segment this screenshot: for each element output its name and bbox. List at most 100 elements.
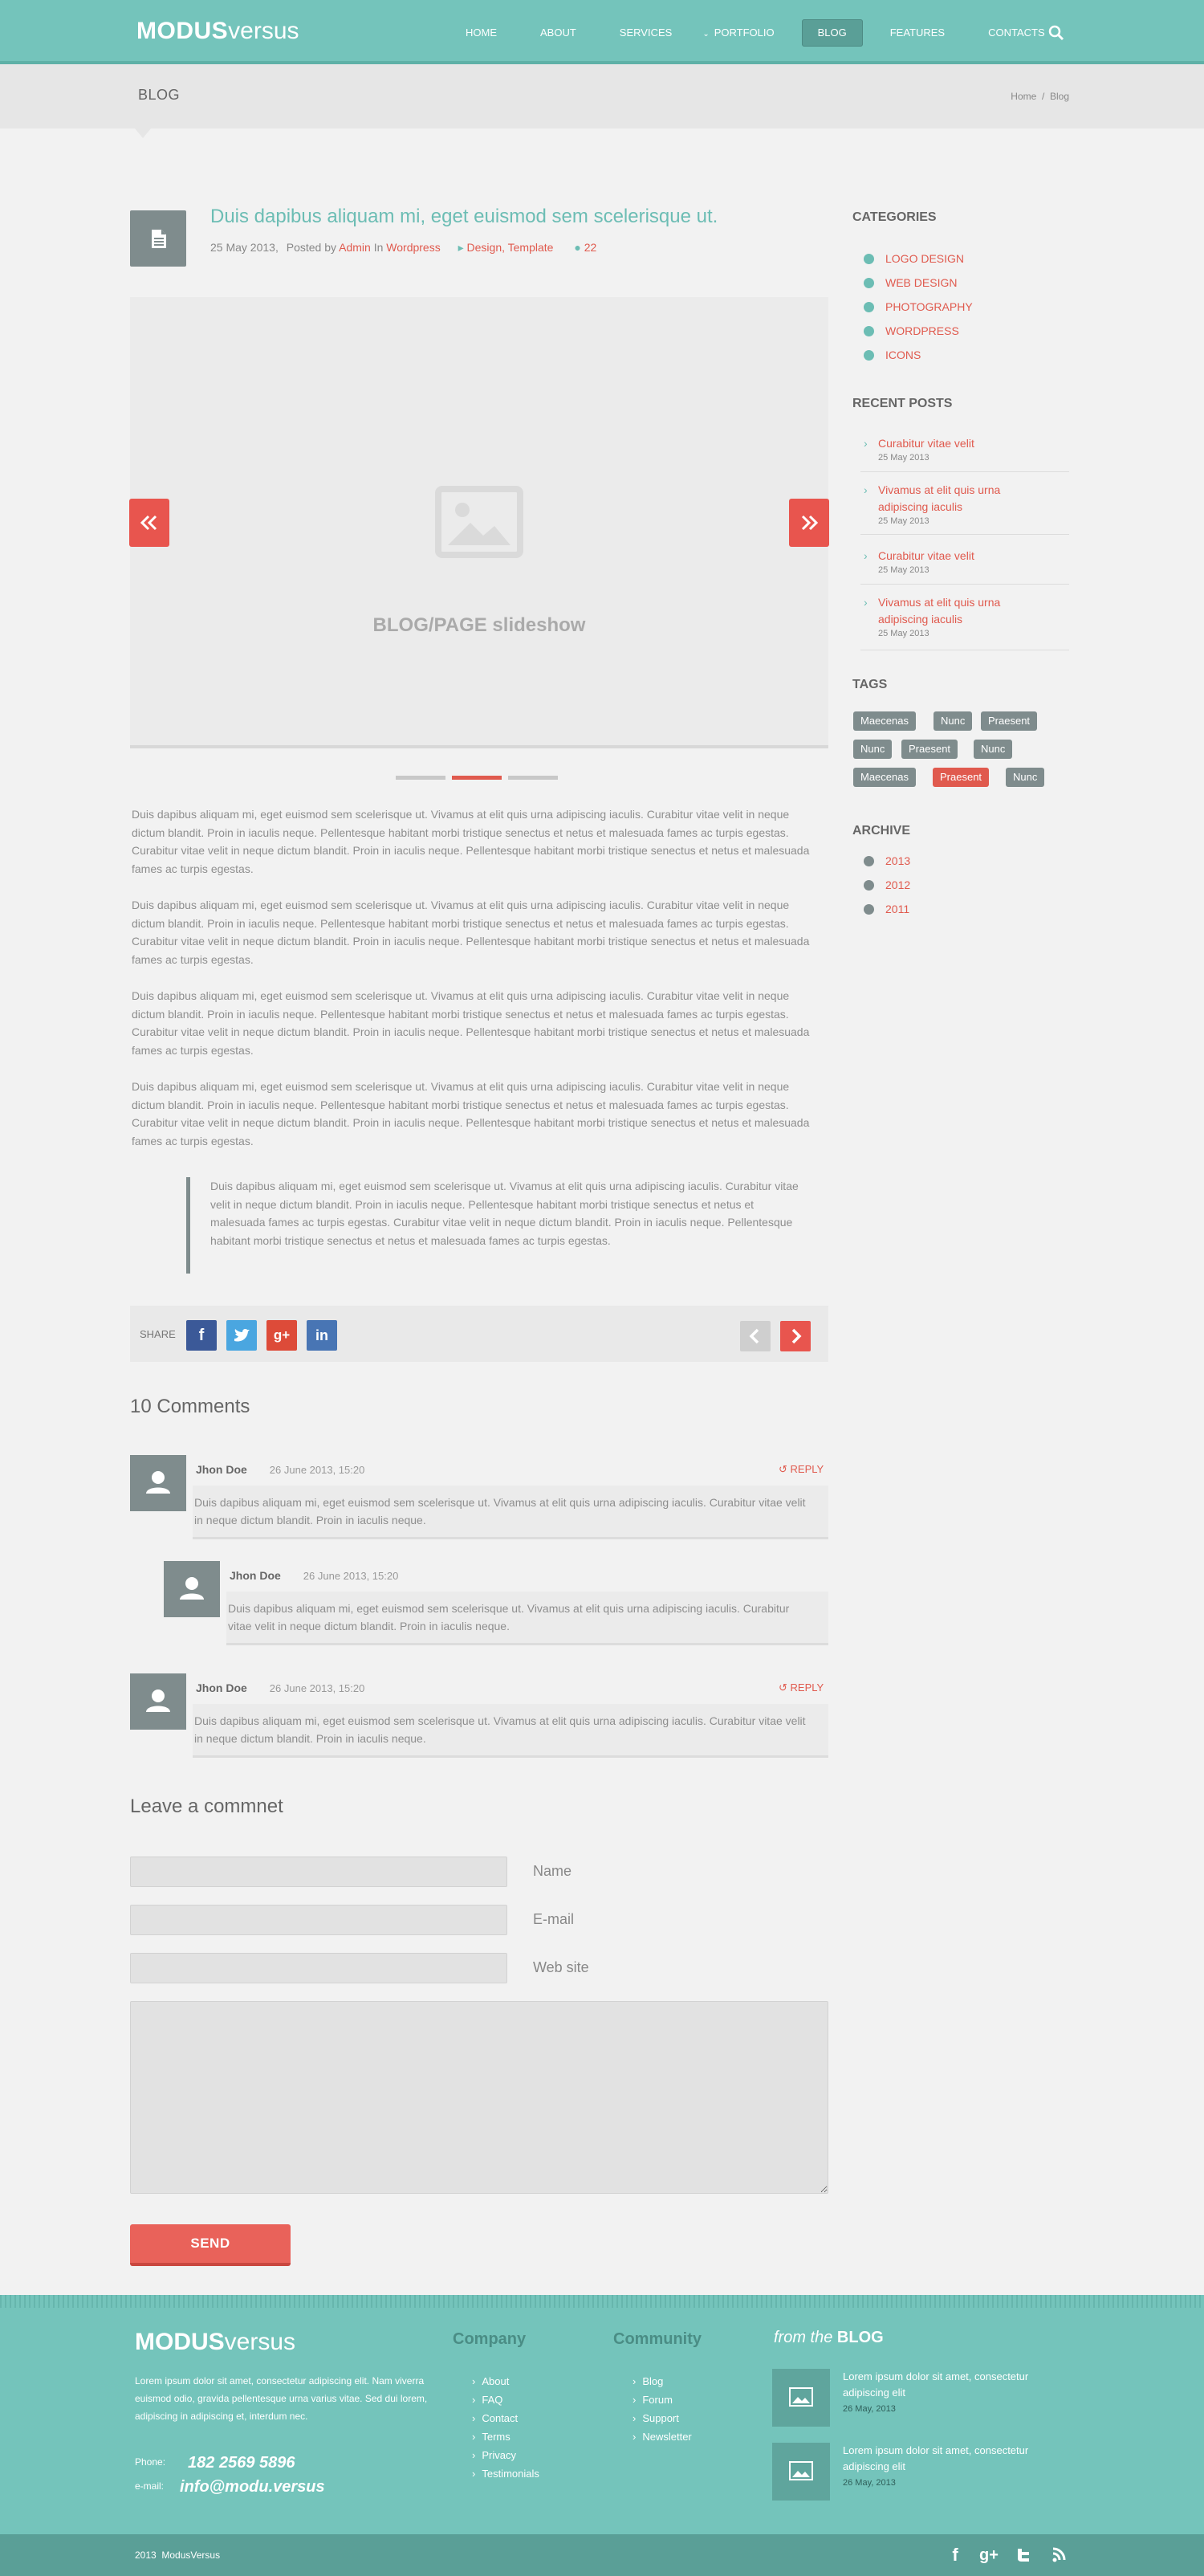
footer-link-faq[interactable]: FAQ <box>472 2394 502 2406</box>
google-plus-icon[interactable]: g+ <box>266 1320 297 1351</box>
comment-item-reply: Jhon Doe 26 June 2013, 15:20 Duis dapibus… <box>164 1561 828 1649</box>
google-plus-icon[interactable]: g+ <box>978 2545 1000 2565</box>
rss-icon[interactable] <box>1048 2545 1071 2565</box>
tag-chip[interactable]: Praesent <box>981 711 1038 731</box>
archive-link[interactable]: 2012 <box>864 878 910 891</box>
tag-chip[interactable]: Maecenas <box>853 711 916 731</box>
footer-post-title[interactable]: Lorem ipsum dolor sit amet, consectetur … <box>843 2443 1051 2475</box>
post-paragraph: Duis dapibus aliquam mi, eget euismod se… <box>132 989 810 1057</box>
site-footer: MODUSversus Lorem ipsum dolor sit amet, … <box>0 2295 1204 2534</box>
tag-chip[interactable]: Nunc <box>1006 768 1045 787</box>
facebook-icon[interactable]: f <box>944 2545 966 2565</box>
tag-chip[interactable]: Nunc <box>934 711 973 731</box>
recent-post-item[interactable]: › Vivamus at elit quis urna adipiscing ia… <box>860 482 1069 535</box>
recent-post-link[interactable]: Curabitur vitae velit <box>860 435 1069 452</box>
prev-post-button[interactable] <box>740 1321 771 1351</box>
footer-post-title[interactable]: Lorem ipsum dolor sit amet, consectetur … <box>843 2369 1051 2401</box>
recent-posts-title: RECENT POSTS <box>852 397 953 410</box>
message-textarea[interactable] <box>130 2001 828 2194</box>
tag-chip[interactable]: Nunc <box>974 740 1013 759</box>
avatar <box>130 1673 186 1730</box>
tag-chip[interactable]: Maecenas <box>853 768 916 787</box>
category-link[interactable]: LOGO DESIGN <box>864 252 964 265</box>
post-author-link[interactable]: Admin <box>339 241 371 254</box>
twitter-icon[interactable] <box>226 1320 257 1351</box>
footer-link-contact[interactable]: Contact <box>472 2412 518 2424</box>
archive-link[interactable]: 2011 <box>864 903 909 915</box>
slide-prev-button[interactable] <box>129 499 169 547</box>
main-nav: HOME ABOUT SERVICES ⌄ PORTFOLIO BLOG FEAT… <box>449 19 1072 47</box>
image-placeholder-icon <box>789 2387 813 2407</box>
send-button[interactable]: SEND <box>130 2224 291 2266</box>
categories-title: CATEGORIES <box>852 210 937 224</box>
recent-post-link[interactable]: Curabitur vitae velit <box>860 548 1069 565</box>
recent-post-link[interactable]: Vivamus at elit quis urna adipiscing iac… <box>860 594 1021 628</box>
slide-next-button[interactable] <box>789 499 829 547</box>
footer-blog-post[interactable]: Lorem ipsum dolor sit amet, consectetur … <box>843 2443 1051 2491</box>
slide-indicator-3[interactable] <box>508 776 558 780</box>
post-paragraph: Duis dapibus aliquam mi, eget euismod se… <box>132 808 810 875</box>
category-link[interactable]: WEB DESIGN <box>864 276 957 289</box>
footer-post-thumbnail[interactable] <box>772 2443 830 2501</box>
recent-post-date: 25 May 2013 <box>878 629 929 638</box>
twitter-icon[interactable] <box>1013 2545 1035 2565</box>
comment-author: Jhon Doe <box>196 1681 247 1694</box>
footer-link-newsletter[interactable]: Newsletter <box>633 2431 691 2443</box>
footer-post-thumbnail[interactable] <box>772 2369 830 2427</box>
chevron-left-icon <box>749 1328 759 1344</box>
post-comment-count[interactable]: 22 <box>584 241 597 254</box>
nav-features[interactable]: FEATURES <box>874 19 961 47</box>
footer-link-forum[interactable]: Forum <box>633 2394 673 2406</box>
tag-chip[interactable]: Nunc <box>853 740 893 759</box>
category-link[interactable]: WORDPRESS <box>864 324 959 337</box>
nav-services[interactable]: SERVICES <box>604 19 689 47</box>
post-category-link[interactable]: Wordpress <box>386 241 440 254</box>
name-field[interactable] <box>130 1857 507 1887</box>
nav-blog[interactable]: BLOG <box>801 19 863 47</box>
next-post-button[interactable] <box>780 1321 811 1351</box>
comment-date: 26 June 2013, 15:20 <box>269 1464 365 1476</box>
footer-link-testimonials[interactable]: Testimonials <box>472 2468 539 2480</box>
post-tags-links[interactable]: Design, Template <box>467 241 554 254</box>
category-link[interactable]: PHOTOGRAPHY <box>864 300 973 313</box>
tag-chip[interactable]: Praesent <box>901 740 958 759</box>
category-link[interactable]: ICONS <box>864 348 921 361</box>
email-field[interactable] <box>130 1905 507 1935</box>
recent-post-link[interactable]: Vivamus at elit quis urna adipiscing iac… <box>860 482 1021 516</box>
blog-title-bold: BLOG <box>836 2329 884 2346</box>
tag-chip-active[interactable]: Praesent <box>933 768 990 787</box>
site-logo[interactable]: MODUSversus <box>136 18 299 45</box>
email-address[interactable]: info@modu.versus <box>180 2478 325 2496</box>
recent-post-item[interactable]: › Curabitur vitae velit 25 May 2013 <box>860 548 1069 585</box>
nav-portfolio[interactable]: ⌄ PORTFOLIO <box>699 19 790 47</box>
footer-link-privacy[interactable]: Privacy <box>472 2449 516 2461</box>
linkedin-icon[interactable]: in <box>307 1320 337 1351</box>
footer-link-about[interactable]: About <box>472 2375 509 2387</box>
recent-post-item[interactable]: › Vivamus at elit quis urna adipiscing ia… <box>860 594 1069 650</box>
search-icon[interactable] <box>1047 24 1065 42</box>
recent-post-item[interactable]: › Curabitur vitae velit 25 May 2013 <box>860 435 1069 472</box>
site-header: MODUSversus HOME ABOUT SERVICES ⌄ PORTFOL… <box>0 0 1204 64</box>
nav-home[interactable]: HOME <box>449 19 513 47</box>
reply-button[interactable]: ↺ REPLY <box>779 1463 824 1476</box>
reply-button[interactable]: ↺ REPLY <box>779 1681 824 1694</box>
archive-link[interactable]: 2013 <box>864 854 910 867</box>
page-title-bar: BLOG Home / Blog <box>0 64 1204 138</box>
post-title[interactable]: Duis dapibus aliquam mi, eget euismod se… <box>210 206 718 228</box>
document-icon <box>152 230 166 248</box>
website-field[interactable] <box>130 1953 507 1983</box>
breadcrumb[interactable]: Home / Blog <box>1011 91 1069 102</box>
arrow-circle-icon <box>864 856 874 866</box>
footer-link-terms[interactable]: Terms <box>472 2431 510 2443</box>
footer-logo[interactable]: MODUSversus <box>135 2329 295 2356</box>
email-label: e-mail: <box>135 2480 165 2492</box>
footer-link-support[interactable]: Support <box>633 2412 679 2424</box>
footer-link-blog[interactable]: Blog <box>633 2375 663 2387</box>
facebook-icon[interactable]: f <box>186 1320 217 1351</box>
nav-about[interactable]: ABOUT <box>524 19 592 47</box>
comment-author: Jhon Doe <box>196 1463 247 1476</box>
footer-blog-post[interactable]: Lorem ipsum dolor sit amet, consectetur … <box>843 2369 1051 2417</box>
arrow-circle-icon <box>864 880 874 891</box>
slide-indicator-2[interactable] <box>452 776 502 780</box>
slide-indicator-1[interactable] <box>396 776 445 780</box>
